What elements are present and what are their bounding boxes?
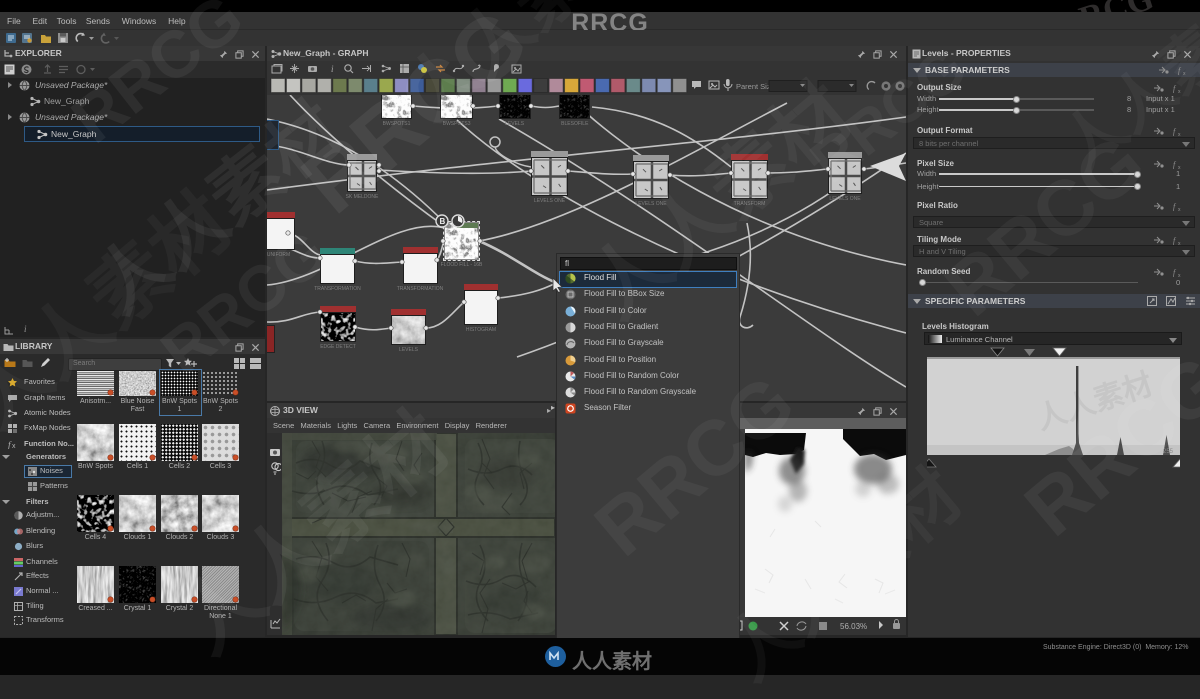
svg-text:x: x [1178,207,1181,211]
svg-text:x: x [1178,132,1181,136]
svg-text:f: f [1173,84,1177,93]
svg-text:f: f [1173,160,1177,169]
svg-text:f: f [1173,268,1177,277]
svg-text:f: f [1173,236,1177,245]
svg-text:x: x [1178,273,1181,277]
svg-text:i: i [331,64,334,74]
svg-text:x: x [1178,89,1181,93]
svg-text:255: 255 [1163,449,1174,455]
svg-text:x: x [1183,71,1186,75]
svg-text:x: x [12,443,16,449]
svg-text:f: f [1178,66,1182,75]
svg-text:56.03%: 56.03% [840,622,867,631]
svg-text:f: f [1173,202,1177,211]
svg-text:f: f [1173,127,1177,136]
